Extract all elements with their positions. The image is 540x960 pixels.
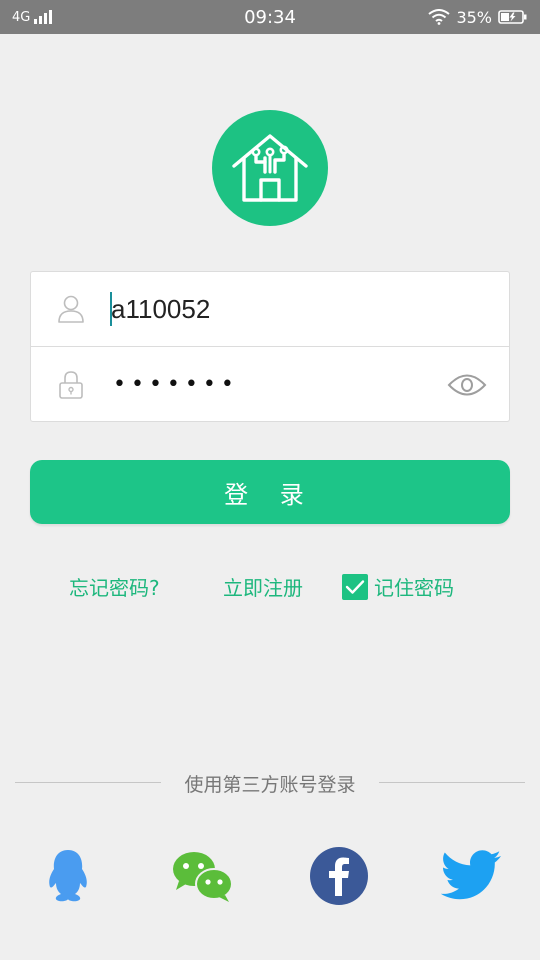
battery-percent: 35% <box>456 7 492 27</box>
show-password-eye-icon[interactable] <box>447 370 487 400</box>
qq-icon <box>49 850 87 902</box>
forgot-password-link[interactable]: 忘记密码? <box>69 572 160 601</box>
smart-home-icon <box>232 134 308 202</box>
signal-icon <box>34 10 53 24</box>
wechat-icon <box>173 852 233 902</box>
username-input[interactable]: a110052 <box>111 294 210 325</box>
wifi-icon <box>428 9 451 25</box>
status-bar: 4G 09:34 35% <box>0 0 540 34</box>
network-type: 4G <box>12 9 31 25</box>
twitter-login-button[interactable] <box>440 846 504 906</box>
lock-icon <box>57 369 85 401</box>
wechat-login-button[interactable] <box>170 846 234 906</box>
facebook-icon <box>310 847 368 905</box>
login-button[interactable]: 登 录 <box>30 460 510 524</box>
login-form: a110052 ••••••• <box>30 271 510 422</box>
remember-password[interactable]: 记住密码 <box>342 572 454 601</box>
username-row[interactable]: a110052 <box>31 272 509 347</box>
app-logo <box>212 110 328 226</box>
checkmark-icon <box>345 579 365 594</box>
divider-right <box>379 782 525 783</box>
password-row[interactable]: ••••••• <box>31 347 509 422</box>
register-link[interactable]: 立即注册 <box>223 572 303 601</box>
password-input[interactable]: ••••••• <box>113 372 239 397</box>
remember-label: 记住密码 <box>374 576 454 600</box>
facebook-login-button[interactable] <box>307 846 371 906</box>
third-party-title: 使用第三方账号登录 <box>184 774 356 796</box>
status-left: 4G <box>12 9 53 25</box>
battery-charging-icon <box>498 10 527 24</box>
qq-login-button[interactable] <box>36 846 100 906</box>
user-icon <box>57 293 85 325</box>
remember-checkbox[interactable] <box>342 573 368 600</box>
twitter-icon <box>441 850 501 900</box>
status-right: 35% <box>428 8 528 27</box>
